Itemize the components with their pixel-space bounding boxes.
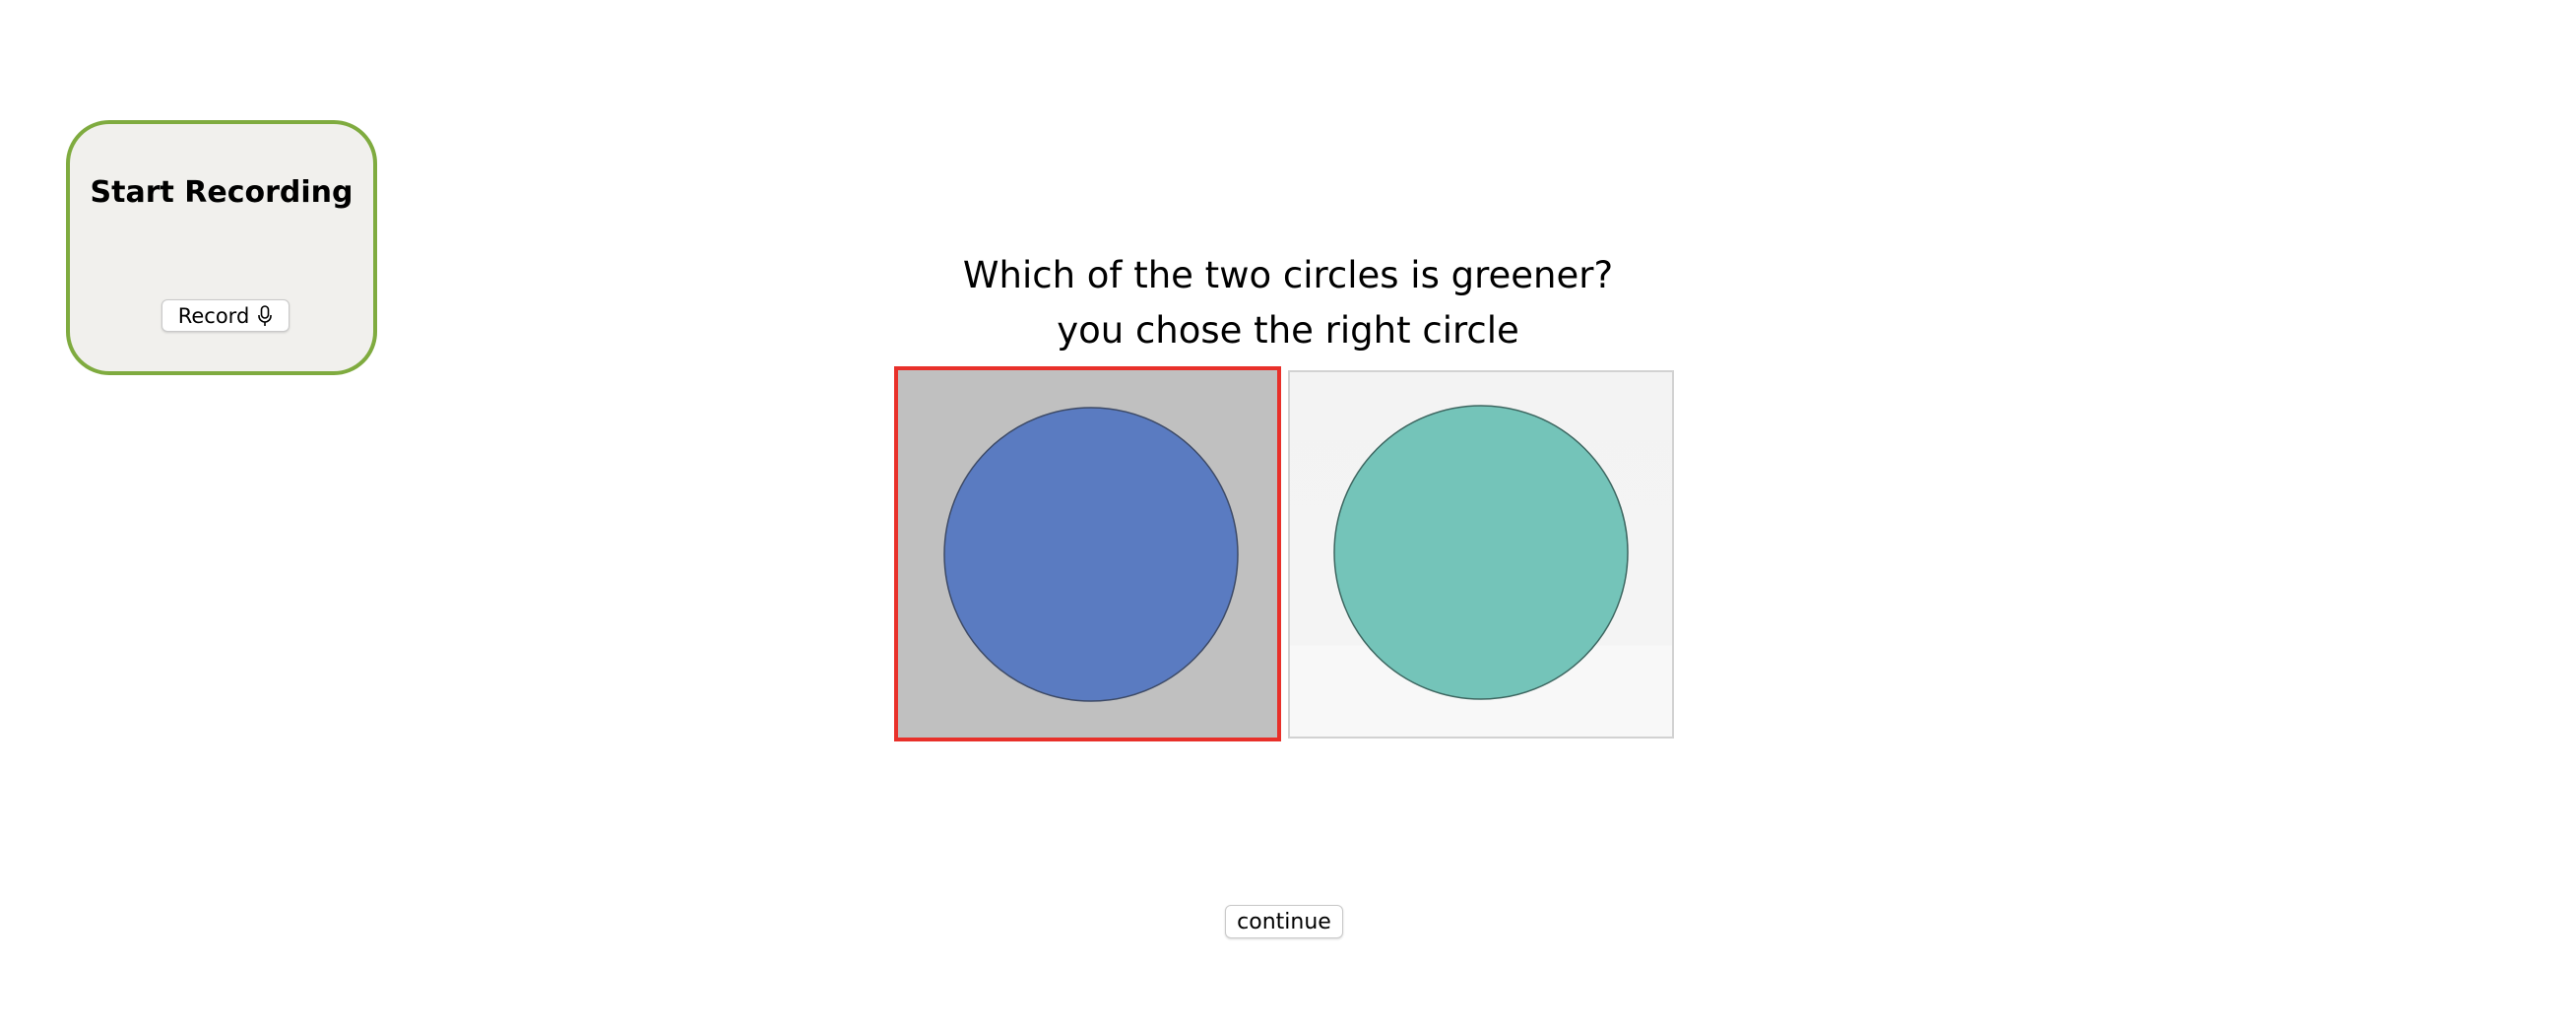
answer-feedback: you chose the right circle — [1057, 309, 1519, 352]
continue-button[interactable]: continue — [1225, 905, 1343, 938]
choice-right-tile[interactable] — [1288, 370, 1674, 739]
choice-right-graphic — [1333, 405, 1629, 700]
choice-left-tile[interactable] — [894, 366, 1281, 741]
recording-title: Start Recording — [90, 175, 354, 210]
choice-left-graphic — [943, 407, 1239, 702]
right-circle — [1333, 405, 1629, 700]
left-circle — [943, 407, 1239, 702]
question-prompt: Which of the two circles is greener? — [962, 254, 1614, 296]
